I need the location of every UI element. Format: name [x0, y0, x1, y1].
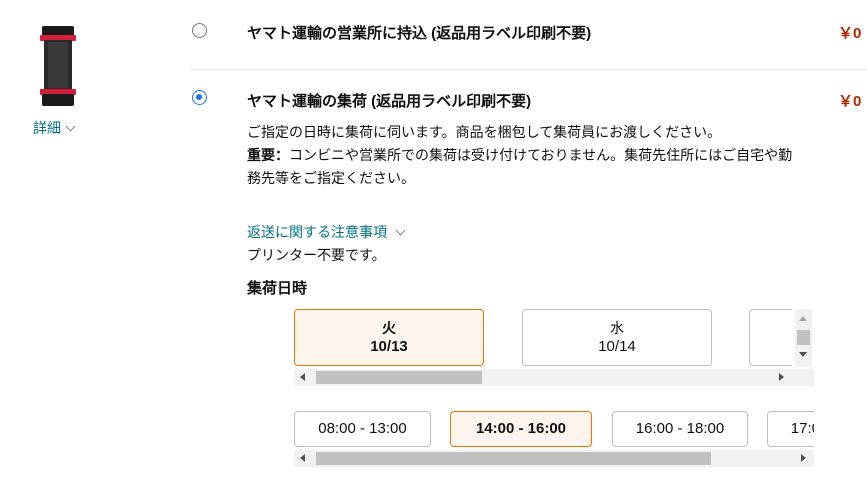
scroll-thumb[interactable]	[797, 330, 810, 345]
scroll-right-arrow-icon[interactable]	[779, 373, 784, 381]
scroll-right-arrow-icon[interactable]	[801, 454, 806, 462]
time-option[interactable]: 14:00 - 16:00	[450, 411, 592, 447]
date-option[interactable]	[749, 309, 792, 366]
divider	[190, 69, 867, 70]
pickup-line-3: 務先等をご指定ください。	[247, 170, 415, 186]
option-pickup-price: ￥0	[838, 93, 862, 110]
printer-note: プリンター不要です。	[247, 247, 386, 263]
product-image	[38, 26, 78, 106]
chevron-down-icon	[395, 225, 406, 235]
date-value: 10/14	[598, 338, 636, 355]
time-horizontal-scrollbar[interactable]	[294, 450, 814, 467]
radio-dropoff[interactable]	[192, 23, 207, 38]
return-notice-label: 返送に関する注意事項	[247, 224, 387, 240]
time-option[interactable]: 17:00 - 19:00	[767, 411, 814, 447]
option-dropoff-title: ヤマト運輸の営業所に持込 (返品用ラベル印刷不要)	[247, 25, 592, 42]
scroll-thumb[interactable]	[316, 371, 482, 384]
radio-pickup[interactable]	[192, 90, 207, 105]
scroll-down-arrow-icon[interactable]	[799, 352, 807, 357]
time-option[interactable]: 16:00 - 18:00	[612, 411, 748, 447]
date-option[interactable]: 水 10/14	[522, 309, 712, 366]
schedule-title: 集荷日時	[247, 280, 308, 297]
scroll-up-arrow-icon[interactable]	[799, 316, 807, 321]
details-toggle[interactable]: 詳細	[33, 118, 76, 138]
date-option[interactable]: 火 10/13	[294, 309, 484, 366]
important-label: 重要：	[247, 147, 289, 163]
scroll-left-arrow-icon[interactable]	[300, 454, 305, 462]
scroll-thumb[interactable]	[316, 452, 711, 465]
option-dropoff-price: ￥0	[838, 25, 862, 42]
time-carousel: 08:00 - 13:00 14:00 - 16:00 16:00 - 18:0…	[294, 411, 814, 448]
date-weekday: 火	[382, 320, 396, 336]
pickup-line-2: 重要：コンビニや営業所での集荷は受け付けておりません。集荷先住所にはご自宅や勤	[247, 144, 867, 167]
date-horizontal-scrollbar[interactable]	[294, 369, 814, 386]
date-vertical-scrollbar[interactable]	[795, 309, 812, 367]
time-option[interactable]: 08:00 - 13:00	[294, 411, 431, 447]
important-text: コンビニや営業所での集荷は受け付けておりません。集荷先住所にはご自宅や勤	[289, 147, 793, 163]
date-value: 10/13	[370, 338, 408, 355]
date-carousel: 火 10/13 水 10/14	[294, 309, 792, 367]
chevron-down-icon	[65, 121, 76, 131]
pickup-description: ご指定の日時に集荷に伺います。商品を梱包して集荷員にお渡しください。 重要：コン…	[247, 121, 867, 190]
pickup-line-1: ご指定の日時に集荷に伺います。商品を梱包して集荷員にお渡しください。	[247, 124, 722, 140]
scroll-left-arrow-icon[interactable]	[300, 373, 305, 381]
option-pickup-title: ヤマト運輸の集荷 (返品用ラベル印刷不要)	[247, 93, 532, 110]
date-weekday: 水	[610, 320, 624, 336]
return-notice-link[interactable]: 返送に関する注意事項	[247, 222, 406, 242]
details-label: 詳細	[33, 120, 61, 136]
